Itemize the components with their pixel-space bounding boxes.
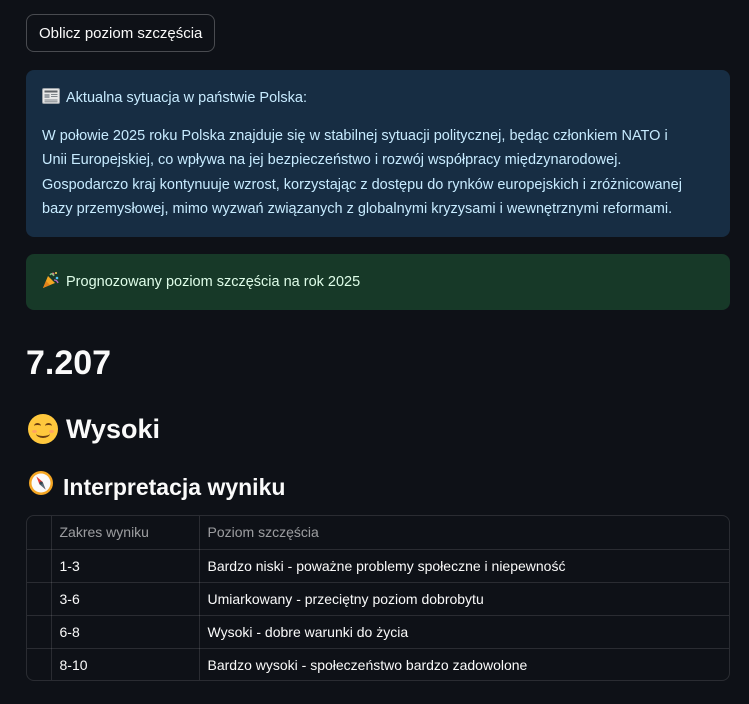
range-cell[interactable]: 1-3 [51, 549, 200, 583]
row-index-cell [27, 549, 52, 583]
table-row: 8-10 Bardzo wysoki - społeczeństwo bardz… [27, 648, 729, 680]
info-alert-heading: Aktualna sytuacja w państwie Polska: [42, 88, 714, 108]
row-index-cell [27, 615, 52, 649]
happiness-level-label: Wysoki [66, 414, 161, 444]
info-alert-body: W połowie 2025 roku Polska znajduje się … [42, 124, 714, 221]
app-page: Oblicz poziom szczęścia Aktualna sytuacj… [0, 0, 749, 704]
range-cell[interactable]: 3-6 [51, 582, 200, 616]
table-header-row: Zakres wyniku Poziom szczęścia [27, 516, 729, 550]
level-cell[interactable]: Bardzo wysoki - społeczeństwo bardzo zad… [199, 648, 729, 680]
newspaper-icon [42, 88, 60, 108]
range-cell[interactable]: 8-10 [51, 648, 200, 680]
column-header-level[interactable]: Poziom szczęścia [199, 516, 729, 550]
party-popper-icon [42, 271, 60, 293]
info-alert-line: Unii Europejskiej, co wpływa na jej bezp… [42, 152, 622, 169]
range-cell[interactable]: 6-8 [51, 615, 200, 649]
happiness-score: 7.207 [26, 344, 112, 382]
table-row: 6-8 Wysoki - dobre warunki do życia [27, 615, 729, 649]
info-alert-title: Aktualna sytuacja w państwie Polska: [66, 90, 307, 106]
table-row: 3-6 Umiarkowany - przeciętny poziom dobr… [27, 582, 729, 616]
success-alert: Prognozowany poziom szczęścia na rok 202… [26, 254, 730, 310]
happiness-level: Wysoki [28, 410, 160, 448]
index-header [27, 516, 52, 550]
info-alert-line: bazy przemysłowej, mimo wyzwań związanyc… [42, 200, 673, 217]
success-alert-text: Prognozowany poziom szczęścia na rok 202… [66, 274, 361, 290]
info-alert-line: W połowie 2025 roku Polska znajduje się … [42, 128, 668, 144]
level-cell[interactable]: Wysoki - dobre warunki do życia [199, 615, 729, 649]
interpretation-heading: Interpretacja wyniku [28, 470, 285, 504]
row-index-cell [27, 582, 52, 616]
table-row: 1-3 Bardzo niski - poważne problemy społ… [27, 549, 729, 583]
column-header-range[interactable]: Zakres wyniku [51, 516, 200, 550]
interpretation-table[interactable]: Zakres wyniku Poziom szczęścia 1-3 Bardz… [26, 515, 730, 681]
interpretation-title: Interpretacja wyniku [63, 474, 286, 500]
info-alert: Aktualna sytuacja w państwie Polska: W p… [26, 70, 730, 237]
smiling-face-icon [28, 414, 58, 444]
info-alert-line: Gospodarczo kraj kontynuuje wzrost, korz… [42, 176, 682, 193]
row-index-cell [27, 648, 52, 680]
compass-icon [28, 470, 54, 504]
level-cell[interactable]: Bardzo niski - poważne problemy społeczn… [199, 549, 729, 583]
calculate-happiness-button[interactable]: Oblicz poziom szczęścia [26, 14, 216, 52]
level-cell[interactable]: Umiarkowany - przeciętny poziom dobrobyt… [199, 582, 729, 616]
